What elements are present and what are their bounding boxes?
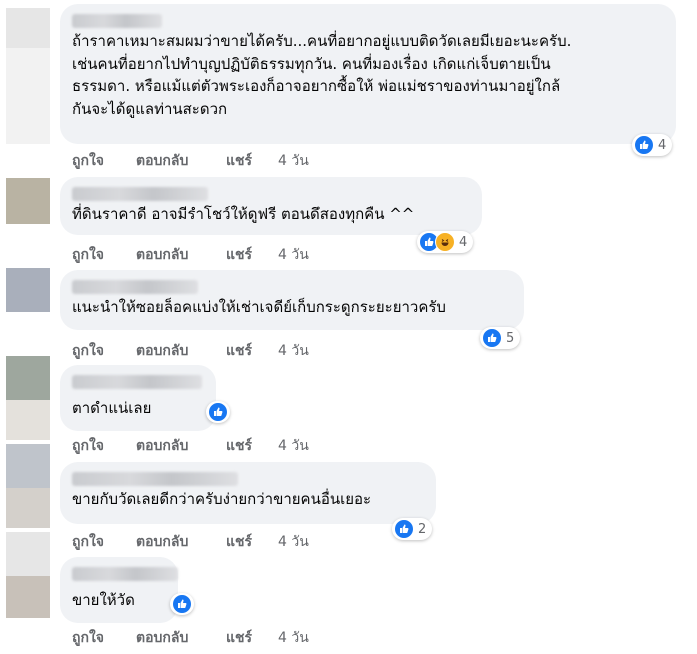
- avatar: [6, 488, 50, 528]
- commenter-name[interactable]: [72, 187, 208, 201]
- like-icon: [482, 328, 502, 348]
- reply-button[interactable]: ตอบกลับ: [136, 244, 226, 266]
- reaction-summary[interactable]: 4: [632, 134, 673, 156]
- comment-text: ขายกับวัดเลยดีกว่าครับง่ายกว่าขายคนอื่นเ…: [72, 490, 372, 508]
- reaction-summary[interactable]: 5: [480, 327, 521, 349]
- timestamp[interactable]: 4 วัน: [278, 531, 309, 553]
- like-button[interactable]: ถูกใจ: [72, 531, 136, 553]
- like-button[interactable]: ถูกใจ: [72, 627, 136, 649]
- reaction-count: 4: [658, 137, 667, 153]
- commenter-name[interactable]: [72, 14, 162, 28]
- avatar: [6, 48, 50, 144]
- share-button[interactable]: แชร์: [226, 627, 278, 649]
- reply-button[interactable]: ตอบกลับ: [136, 627, 226, 649]
- commenter-name[interactable]: [72, 567, 178, 581]
- avatar[interactable]: [6, 178, 50, 224]
- like-icon: [634, 135, 654, 155]
- like-button[interactable]: ถูกใจ: [72, 244, 136, 266]
- timestamp[interactable]: 4 วัน: [278, 340, 309, 362]
- timestamp[interactable]: 4 วัน: [278, 150, 309, 172]
- share-button[interactable]: แชร์: [226, 435, 278, 457]
- timestamp[interactable]: 4 วัน: [278, 244, 309, 266]
- comment-bubble: ที่ดินราคาดี อาจมีรำโชว์ให้ดูฟรี ตอนดึสอ…: [60, 177, 482, 235]
- comment-bubble: ขายกับวัดเลยดีกว่าครับง่ายกว่าขายคนอื่นเ…: [60, 462, 436, 524]
- like-button[interactable]: ถูกใจ: [72, 340, 136, 362]
- commenter-name[interactable]: [72, 375, 202, 389]
- reaction-count: 2: [418, 521, 427, 537]
- share-button[interactable]: แชร์: [226, 340, 278, 362]
- comment-actions: ถูกใจ ตอบกลับ แชร์ 4 วัน: [72, 150, 309, 172]
- comment-actions: ถูกใจ ตอบกลับ แชร์ 4 วัน: [72, 340, 309, 362]
- avatar[interactable]: [6, 356, 50, 400]
- comment-actions: ถูกใจ ตอบกลับ แชร์ 4 วัน: [72, 627, 309, 649]
- comment-bubble: แนะนำให้ซอยล็อคแบ่งให้เช่าเจดีย์เก็บกระด…: [60, 270, 524, 330]
- reply-button[interactable]: ตอบกลับ: [136, 435, 226, 457]
- comment-text: แนะนำให้ซอยล็อคแบ่งให้เช่าเจดีย์เก็บกระด…: [72, 298, 446, 316]
- reaction-summary[interactable]: [170, 593, 194, 615]
- reply-button[interactable]: ตอบกลับ: [136, 340, 226, 362]
- avatar[interactable]: [6, 8, 50, 48]
- haha-icon: [435, 232, 455, 252]
- like-icon: [208, 402, 228, 422]
- comment-actions: ถูกใจ ตอบกลับ แชร์ 4 วัน: [72, 531, 309, 553]
- reaction-count: 4: [459, 234, 468, 250]
- comment-actions: ถูกใจ ตอบกลับ แชร์ 4 วัน: [72, 244, 309, 266]
- commenter-name[interactable]: [72, 472, 238, 486]
- comment-bubble: ขายให้วัด: [60, 557, 178, 623]
- avatar[interactable]: [6, 532, 50, 576]
- timestamp[interactable]: 4 วัน: [278, 435, 309, 457]
- share-button[interactable]: แชร์: [226, 531, 278, 553]
- reaction-summary[interactable]: 2: [392, 518, 433, 540]
- comment-text: ขายให้วัด: [72, 591, 135, 609]
- avatar[interactable]: [6, 444, 50, 488]
- comment-bubble: ตาดำแน่เลย: [60, 365, 216, 431]
- reply-button[interactable]: ตอบกลับ: [136, 150, 226, 172]
- comment-text: ตาดำแน่เลย: [72, 399, 152, 417]
- like-button[interactable]: ถูกใจ: [72, 150, 136, 172]
- reply-button[interactable]: ตอบกลับ: [136, 531, 226, 553]
- timestamp[interactable]: 4 วัน: [278, 627, 309, 649]
- share-button[interactable]: แชร์: [226, 244, 278, 266]
- reaction-summary[interactable]: [206, 401, 230, 423]
- like-button[interactable]: ถูกใจ: [72, 435, 136, 457]
- avatar[interactable]: [6, 268, 50, 312]
- comment-text: ที่ดินราคาดี อาจมีรำโชว์ให้ดูฟรี ตอนดึสอ…: [72, 205, 415, 223]
- comment-bubble: ถ้าราคาเหมาะสมผมว่าขายได้ครับ...คนที่อยา…: [60, 4, 676, 144]
- share-button[interactable]: แชร์: [226, 150, 278, 172]
- comment-actions: ถูกใจ ตอบกลับ แชร์ 4 วัน: [72, 435, 309, 457]
- avatar: [6, 576, 50, 618]
- reaction-count: 5: [506, 330, 515, 346]
- like-icon: [394, 519, 414, 539]
- reaction-summary[interactable]: 4: [417, 231, 474, 253]
- comment-text: ถ้าราคาเหมาะสมผมว่าขายได้ครับ...คนที่อยา…: [72, 32, 572, 118]
- commenter-name[interactable]: [72, 280, 198, 294]
- avatar: [6, 400, 50, 440]
- like-icon: [172, 594, 192, 614]
